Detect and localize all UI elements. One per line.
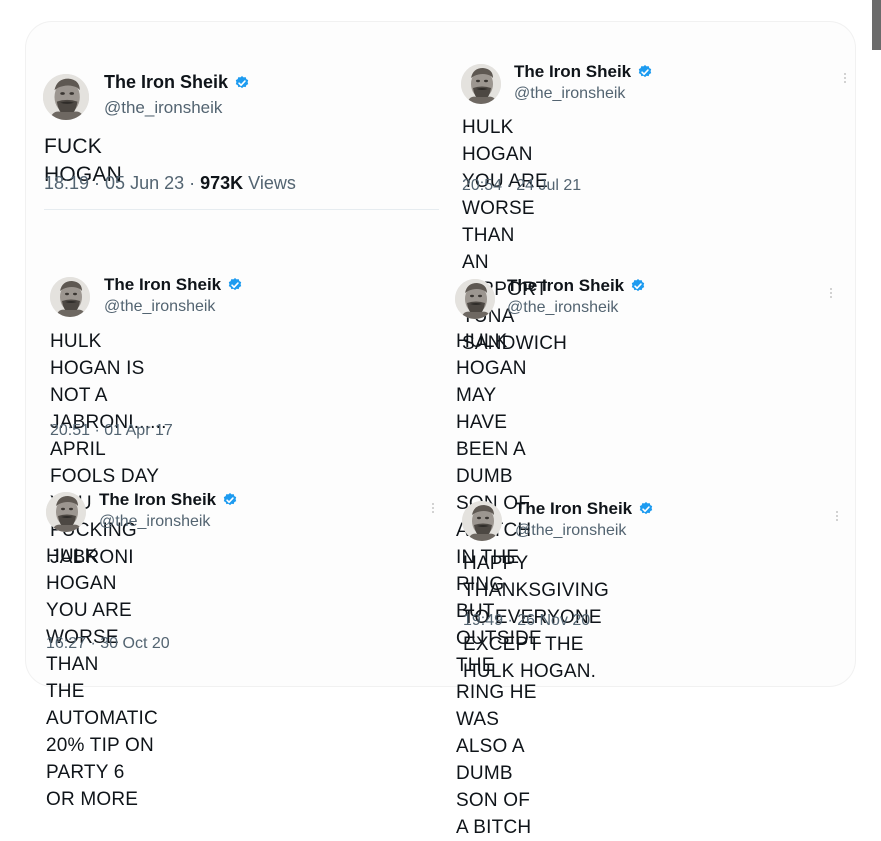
verified-badge-icon <box>234 75 250 91</box>
handle[interactable]: @the_ironsheik <box>99 513 210 531</box>
handle[interactable]: @the_ironsheik <box>514 85 625 103</box>
tweet-timestamp[interactable]: 16:27 · 30 Oct 20 <box>46 635 170 653</box>
views-count: 973K <box>200 173 244 193</box>
handle[interactable]: @the_ironsheik <box>104 298 215 316</box>
display-name-text: The Iron Sheik <box>514 62 632 81</box>
display-name[interactable]: The Iron Sheik <box>99 490 238 510</box>
display-name-text: The Iron Sheik <box>507 276 625 295</box>
tweet-time[interactable]: 18:19 <box>44 173 89 193</box>
display-name[interactable]: The Iron Sheik <box>104 72 250 93</box>
avatar[interactable] <box>43 74 89 120</box>
more-options-icon[interactable] <box>844 73 848 83</box>
handle[interactable]: @the_ironsheik <box>515 522 626 540</box>
display-name-text: The Iron Sheik <box>99 490 217 509</box>
tweet-meta: 18:19 · 05 Jun 23 · 973K Views <box>44 173 296 193</box>
verified-badge-icon <box>637 64 653 80</box>
tweet-timestamp[interactable]: 19:49 · 26 Nov 20 <box>463 612 590 630</box>
tweet-timestamp[interactable]: 20:54 · 24 Jul 21 <box>462 177 581 195</box>
tweet-date[interactable]: 05 Jun 23 <box>105 173 184 193</box>
display-name[interactable]: The Iron Sheik <box>104 275 243 295</box>
display-name[interactable]: The Iron Sheik <box>515 499 654 519</box>
tweet-text: HULK HOGAN YOU ARE WORSE THAN AN AIRPORT… <box>462 117 568 354</box>
scrollbar-thumb[interactable] <box>872 0 881 50</box>
avatar[interactable] <box>462 501 502 541</box>
avatar[interactable] <box>50 277 90 317</box>
more-options-icon[interactable] <box>830 288 834 298</box>
avatar[interactable] <box>461 64 501 104</box>
verified-badge-icon <box>222 492 238 508</box>
more-options-icon[interactable] <box>836 511 840 521</box>
avatar[interactable] <box>46 492 86 532</box>
tweet-timestamp[interactable]: 20:51 · 01 Apr 17 <box>50 422 173 440</box>
verified-badge-icon <box>630 278 646 294</box>
display-name-text: The Iron Sheik <box>104 275 222 294</box>
verified-badge-icon <box>227 277 243 293</box>
avatar[interactable] <box>455 279 495 319</box>
handle[interactable]: @the_ironsheik <box>104 98 222 118</box>
verified-badge-icon <box>638 501 654 517</box>
display-name-text: The Iron Sheik <box>104 72 229 92</box>
more-options-icon[interactable] <box>432 503 436 513</box>
tweet-text: HULK HOGAN YOU ARE WORSE THAN THE AUTOMA… <box>46 546 158 810</box>
handle[interactable]: @the_ironsheik <box>507 299 618 317</box>
views-label: Views <box>248 173 296 193</box>
display-name[interactable]: The Iron Sheik <box>507 276 646 296</box>
divider <box>44 209 439 210</box>
display-name[interactable]: The Iron Sheik <box>514 62 653 82</box>
tweet-text: HULK HOGAN IS NOT A JABRONI...... APRIL … <box>50 331 167 568</box>
display-name-text: The Iron Sheik <box>515 499 633 518</box>
